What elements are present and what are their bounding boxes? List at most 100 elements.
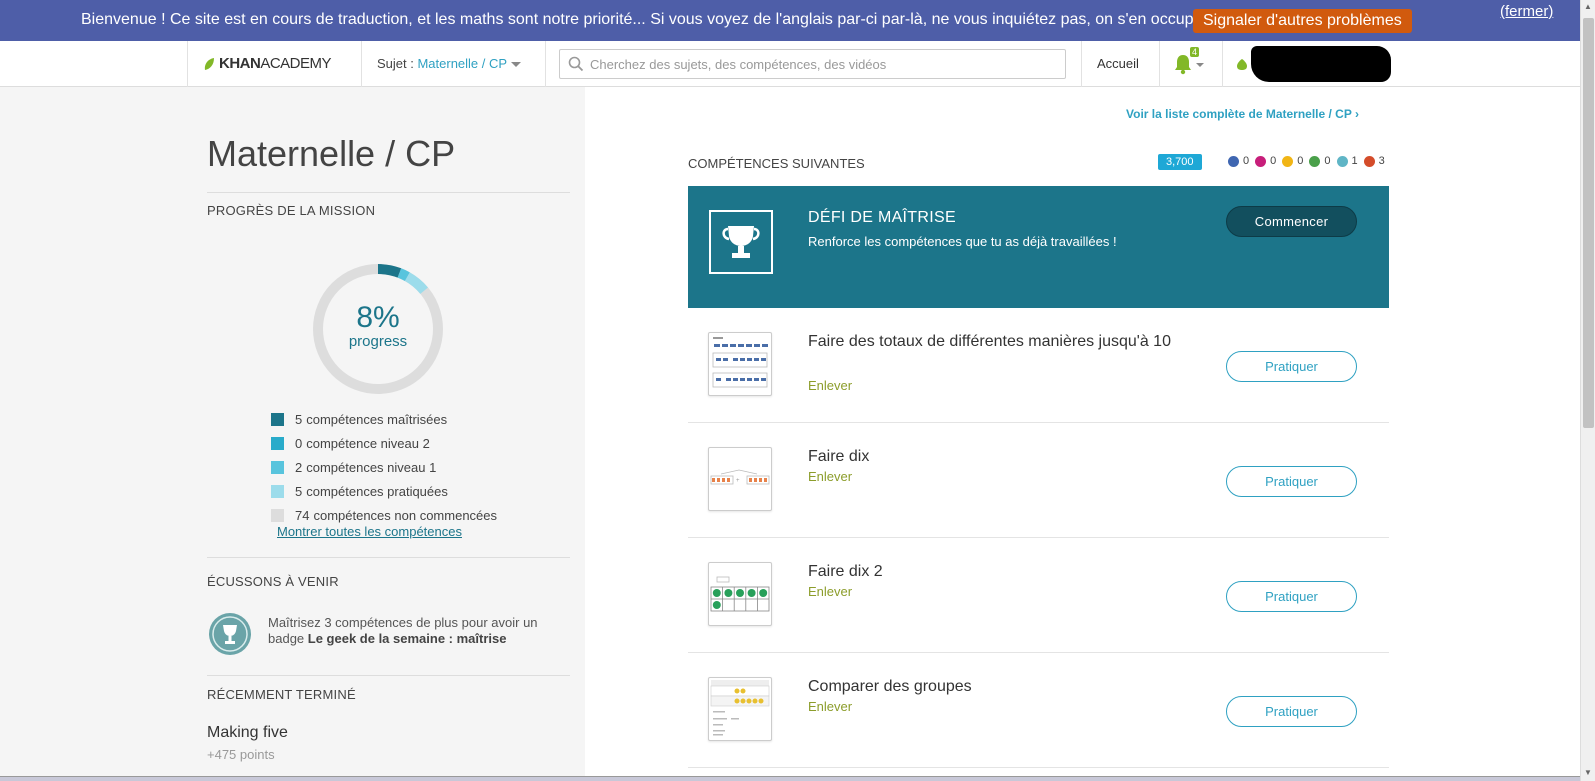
banner-message: Bienvenue ! Ce site est en cours de trad… [81,11,1212,28]
mastery-subtitle: Renforce les compétences que tu as déjà … [808,234,1117,249]
upcoming-badges-heading: ÉCUSSONS À VENIR [207,574,339,589]
skill-title[interactable]: Faire dix 2 [808,560,1208,584]
stat-item: 1 [1336,155,1358,167]
leaf-icon [204,57,214,70]
badge-type-icon [1228,155,1239,167]
stat-item: 0 [1228,155,1249,167]
skill-title[interactable]: Faire des totaux de différentes manières… [808,330,1208,354]
stat-item: 3 [1363,155,1385,167]
progress-label: progress [348,333,408,350]
skill-thumbnail[interactable] [708,332,772,396]
logo-khan: KHAN [219,55,261,72]
legend-item: 5 compétences pratiquées [271,479,497,503]
svg-text:+: + [736,478,740,484]
badge-stats: 0 0 0 0 1 3 [1228,155,1391,167]
logo-academy: ACADEMY [260,55,332,72]
khan-academy-logo[interactable]: KHAN ACADEMY [203,55,332,72]
search-input[interactable] [590,50,1060,78]
user-avatar-icon[interactable] [1236,58,1248,71]
start-mastery-button[interactable]: Commencer [1226,206,1357,237]
points-badge: 3,700 [1158,154,1202,170]
stat-item: 0 [1255,155,1276,167]
nav-separator [1081,41,1082,87]
badge-type-icon [1309,155,1321,167]
legend-swatch [271,412,284,426]
badge-type-icon [1255,155,1267,167]
show-all-skills-link[interactable]: Montrer toutes les compétences [277,524,462,539]
skill-title[interactable]: Faire dix [808,445,1208,469]
next-skills-heading: COMPÉTENCES SUIVANTES [688,156,865,171]
full-list-link[interactable]: Voir la liste complète de Maternelle / C… [1126,107,1359,121]
user-name-redacted[interactable] [1251,46,1391,82]
nav-separator [1222,41,1223,87]
subject-label: Sujet : [377,56,418,71]
home-link[interactable]: Accueil [1097,56,1139,71]
stat-item: 0 [1282,155,1303,167]
skill-subtitle: Enlever [808,469,853,484]
skill-title[interactable]: Comparer des groupes [808,675,1208,699]
skill-subtitle: Enlever [808,699,853,714]
mastery-title: DÉFI DE MAÎTRISE [808,209,956,226]
notification-count: 4 [1190,47,1200,57]
badge-type-icon [1282,155,1294,167]
trophy-badge-icon[interactable] [208,612,252,656]
skill-preview-image: + [710,469,770,485]
practice-button[interactable]: Pratiquer [1226,351,1357,382]
skill-row: + Faire dix Enlever Pratiquer [688,423,1389,538]
subject-dropdown[interactable]: Sujet : Maternelle / CP [377,56,522,71]
top-navbar: KHANACADEMY Sujet : Maternelle / CP Accu… [0,41,1580,87]
skill-row: Faire des totaux de différentes manières… [688,308,1389,423]
skill-thumbnail[interactable] [708,677,772,741]
translation-banner: Bienvenue ! Ce site est en cours de trad… [0,0,1580,41]
scroll-thumb[interactable] [1583,18,1594,428]
divider [207,192,570,193]
legend-item: 0 compétence niveau 2 [271,431,497,455]
report-problems-button[interactable]: Signaler d'autres problèmes [1193,9,1412,33]
legend-item: 5 compétences maîtrisées [271,407,497,431]
sidebar: Maternelle / CP PROGRÈS DE LA MISSION 8%… [0,87,585,781]
divider [207,675,570,676]
recently-completed-heading: RÉCEMMENT TERMINÉ [207,687,356,702]
taskbar-strip [0,776,1580,781]
skill-row: Comparer des groupes Enlever Pratiquer [688,653,1389,768]
scroll-up-icon[interactable]: ▲ [1584,2,1592,11]
practice-button[interactable]: Pratiquer [1226,466,1357,497]
badge-name: Le geek de la semaine : maîtrise [307,631,507,646]
skill-thumbnail[interactable]: + [708,447,772,511]
practice-button[interactable]: Pratiquer [1226,581,1357,612]
skill-subtitle: Enlever [808,584,853,599]
page-scrollbar[interactable]: ▲ ▼ [1580,0,1595,781]
legend-swatch [271,460,284,474]
search-icon [568,56,584,72]
skill-preview-image [712,337,768,388]
badge-description: Maîtrisez 3 compétences de plus pour avo… [268,615,538,646]
legend-swatch [271,508,284,522]
nav-separator [361,41,362,87]
trophy-icon-svg [722,226,760,258]
chevron-down-icon [511,62,522,68]
legend-swatch [271,436,284,450]
recent-skill-title[interactable]: Making five [207,724,288,742]
nav-separator [545,41,546,87]
badge-type-icon [1363,155,1375,167]
main-content: Voir la liste complète de Maternelle / C… [585,87,1580,781]
progress-percent: 8% [356,301,400,334]
skill-row: Faire dix 2 Enlever Pratiquer [688,538,1389,653]
chevron-right-icon: › [1354,107,1359,121]
practice-button[interactable]: Pratiquer [1226,696,1357,727]
skill-thumbnail[interactable] [708,562,772,626]
skill-preview-image [710,680,770,736]
badge-type-icon [1336,155,1348,167]
close-banner-link[interactable]: (fermer) [1500,3,1553,20]
subject-value: Maternelle / CP [417,56,508,71]
stat-item: 0 [1309,155,1331,167]
mastery-challenge-card: DÉFI DE MAÎTRISE Renforce les compétence… [688,186,1389,308]
legend-swatch [271,484,284,498]
trophy-icon [709,210,773,274]
search-box[interactable] [559,49,1066,79]
chevron-down-icon[interactable] [1196,63,1204,67]
recent-skill-points: +475 points [207,747,275,762]
page-title: Maternelle / CP [207,133,456,174]
scroll-down-icon[interactable]: ▼ [1584,768,1592,777]
mission-progress-heading: PROGRÈS DE LA MISSION [207,203,376,218]
